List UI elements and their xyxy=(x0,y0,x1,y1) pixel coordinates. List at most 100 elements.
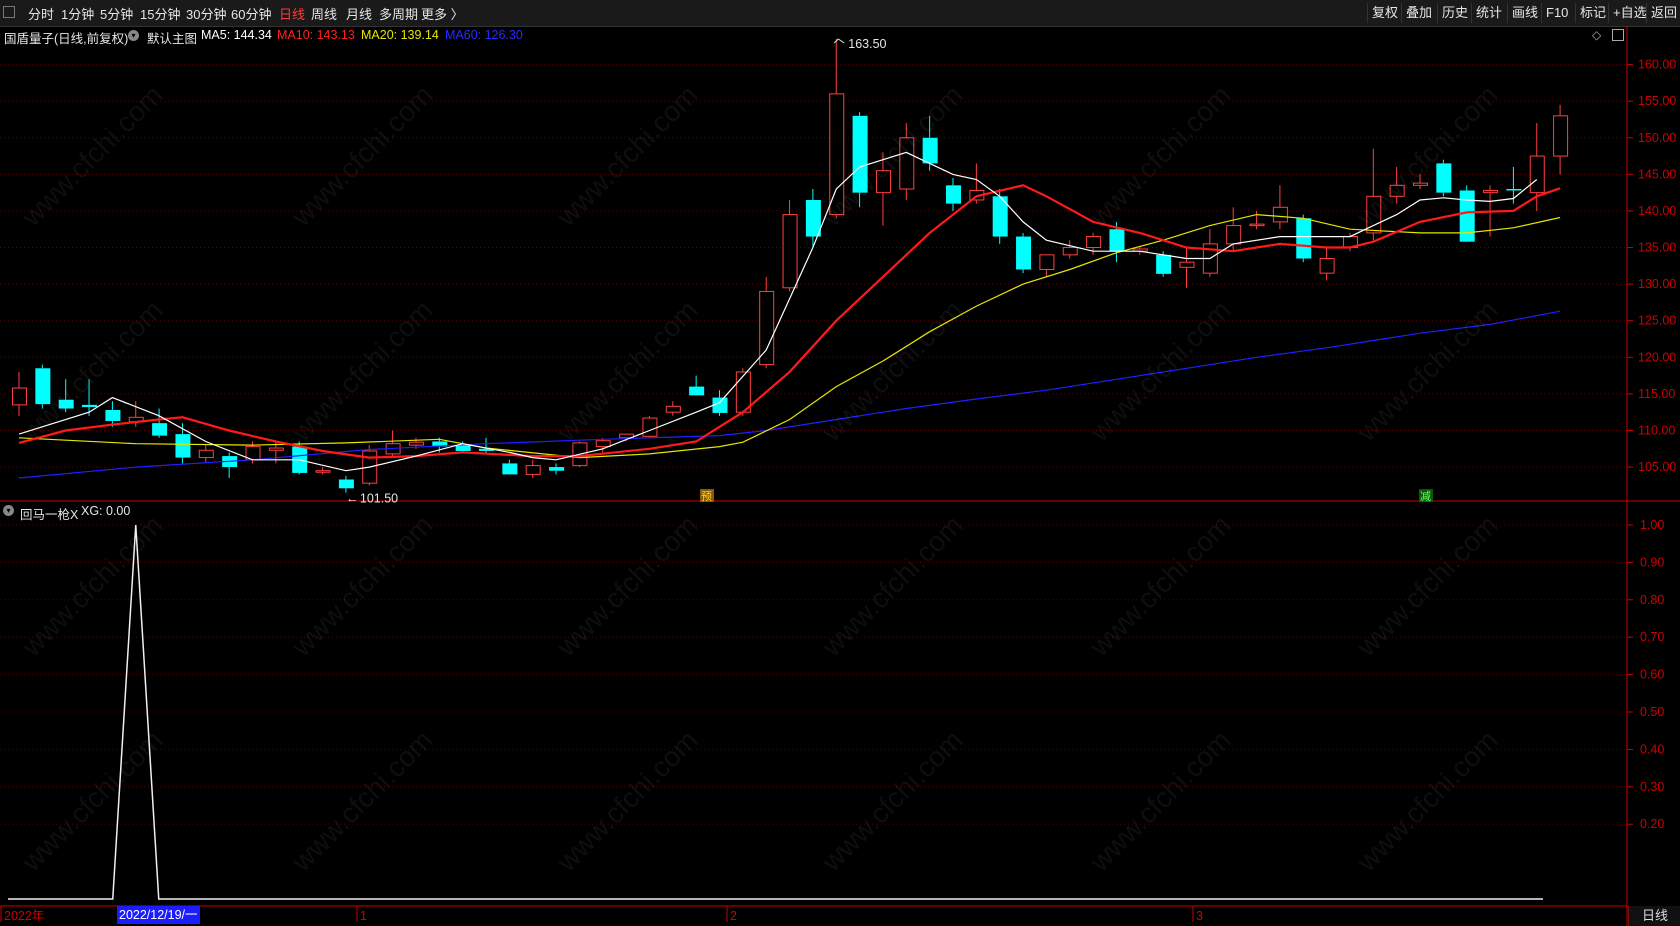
main-axis-label: 105.00 xyxy=(1638,460,1676,474)
candle-body-up xyxy=(1483,189,1499,194)
candle-body-up xyxy=(642,417,658,437)
candle xyxy=(1296,214,1312,263)
candle-body-up xyxy=(12,387,27,406)
candle xyxy=(338,475,354,493)
candle-body-up xyxy=(1179,261,1195,268)
candle xyxy=(502,459,518,475)
candle-body-up xyxy=(1086,236,1102,249)
yu-label: 预 xyxy=(701,490,712,503)
main-axis-label: 135.00 xyxy=(1638,241,1676,255)
main-axis-label: 120.00 xyxy=(1638,350,1676,364)
candle xyxy=(1039,254,1055,277)
candle-body-down xyxy=(1156,254,1172,274)
candle xyxy=(1272,185,1288,230)
low-marker-icon: ← xyxy=(346,492,359,506)
sub-axis-label: 0.50 xyxy=(1640,705,1664,719)
candle-body-down xyxy=(58,399,74,409)
candle xyxy=(549,463,565,475)
candle xyxy=(35,364,51,409)
candle-body-down xyxy=(549,467,565,471)
candle-body-up xyxy=(1272,206,1288,223)
candle-body-up xyxy=(1249,223,1265,227)
main-axis-label: 130.00 xyxy=(1638,277,1676,291)
candle xyxy=(829,38,845,219)
xaxis-label: 2022年 xyxy=(4,909,44,923)
candle-body-down xyxy=(689,386,705,396)
main-axis-label: 150.00 xyxy=(1638,131,1676,145)
candle-body-down xyxy=(1016,236,1032,270)
main-axis-label: 125.00 xyxy=(1638,314,1676,328)
candle-body-up xyxy=(1413,182,1428,186)
candle-body-down xyxy=(805,199,821,237)
candle-body-up xyxy=(1319,258,1335,274)
main-axis-label: 145.00 xyxy=(1638,167,1676,181)
candle-body-up xyxy=(1062,247,1078,256)
candle xyxy=(1366,148,1382,241)
candle xyxy=(689,375,705,396)
candle-body-up xyxy=(1529,155,1545,194)
candle xyxy=(922,115,938,171)
candle xyxy=(82,379,98,416)
candle xyxy=(1553,104,1569,175)
candle-body-down xyxy=(152,423,168,436)
main-axis-label: 155.00 xyxy=(1638,94,1676,108)
candle-body-up xyxy=(875,170,891,194)
low-price-label: 101.50 xyxy=(360,492,398,506)
candle xyxy=(1436,159,1452,197)
candle-body-up xyxy=(1039,254,1055,270)
candle xyxy=(525,459,541,479)
candle-body-down xyxy=(82,404,98,408)
main-axis-label: 115.00 xyxy=(1638,387,1675,401)
candle xyxy=(152,408,168,438)
candle-body-down xyxy=(175,434,191,458)
jian-label: 减 xyxy=(1420,490,1431,503)
sub-axis-label: 0.20 xyxy=(1640,817,1664,831)
candle-body-up xyxy=(315,470,331,473)
candle-body-up xyxy=(899,137,915,190)
candle-body-down xyxy=(502,463,518,475)
candle xyxy=(479,437,494,453)
candle-body-up xyxy=(665,405,681,413)
candle xyxy=(1249,210,1265,230)
sub-axis-label: 0.40 xyxy=(1640,742,1664,756)
candle xyxy=(12,371,27,416)
sub-axis-label: 0.90 xyxy=(1640,555,1664,569)
candle-body-down xyxy=(1436,163,1452,193)
candle-body-up xyxy=(525,465,541,475)
candle xyxy=(222,452,238,479)
candle xyxy=(782,199,798,292)
candle xyxy=(385,430,401,457)
candle-body-down xyxy=(1296,218,1312,259)
candle xyxy=(946,178,961,211)
candle-body-down xyxy=(922,137,938,164)
candle xyxy=(852,112,868,208)
candle xyxy=(58,379,74,413)
candle xyxy=(1319,247,1335,281)
period-label-bottom[interactable]: 日线 xyxy=(1628,906,1680,926)
candle-body-up xyxy=(759,290,775,366)
candle-body-up xyxy=(595,440,611,448)
kline-chart[interactable]: 160.00155.00150.00145.00140.00135.00130.… xyxy=(0,0,1680,926)
candle-body-down xyxy=(338,479,354,489)
high-price-label: 163.50 xyxy=(848,37,886,51)
sub-axis-label: 0.30 xyxy=(1640,780,1664,794)
candle-body-up xyxy=(408,441,424,446)
candle xyxy=(1179,247,1195,288)
candle-body-down xyxy=(455,445,471,451)
main-axis-label: 160.00 xyxy=(1638,58,1676,72)
xaxis-label: 3 xyxy=(1196,909,1203,923)
candle xyxy=(315,467,331,475)
candle-body-down xyxy=(105,409,121,421)
ma5-line xyxy=(18,151,1538,472)
sub-axis-label: 0.70 xyxy=(1640,630,1664,644)
xaxis-label: 1 xyxy=(360,909,367,923)
candle xyxy=(1226,207,1242,252)
candle-body-down xyxy=(1109,229,1125,252)
candle-body-up xyxy=(829,93,845,216)
main-axis-label: 110.00 xyxy=(1638,423,1675,437)
candle xyxy=(1389,167,1405,204)
candle-body-down xyxy=(35,368,51,405)
candle xyxy=(665,401,681,416)
candle-body-up xyxy=(782,214,798,289)
candle-body-down xyxy=(1506,188,1522,191)
